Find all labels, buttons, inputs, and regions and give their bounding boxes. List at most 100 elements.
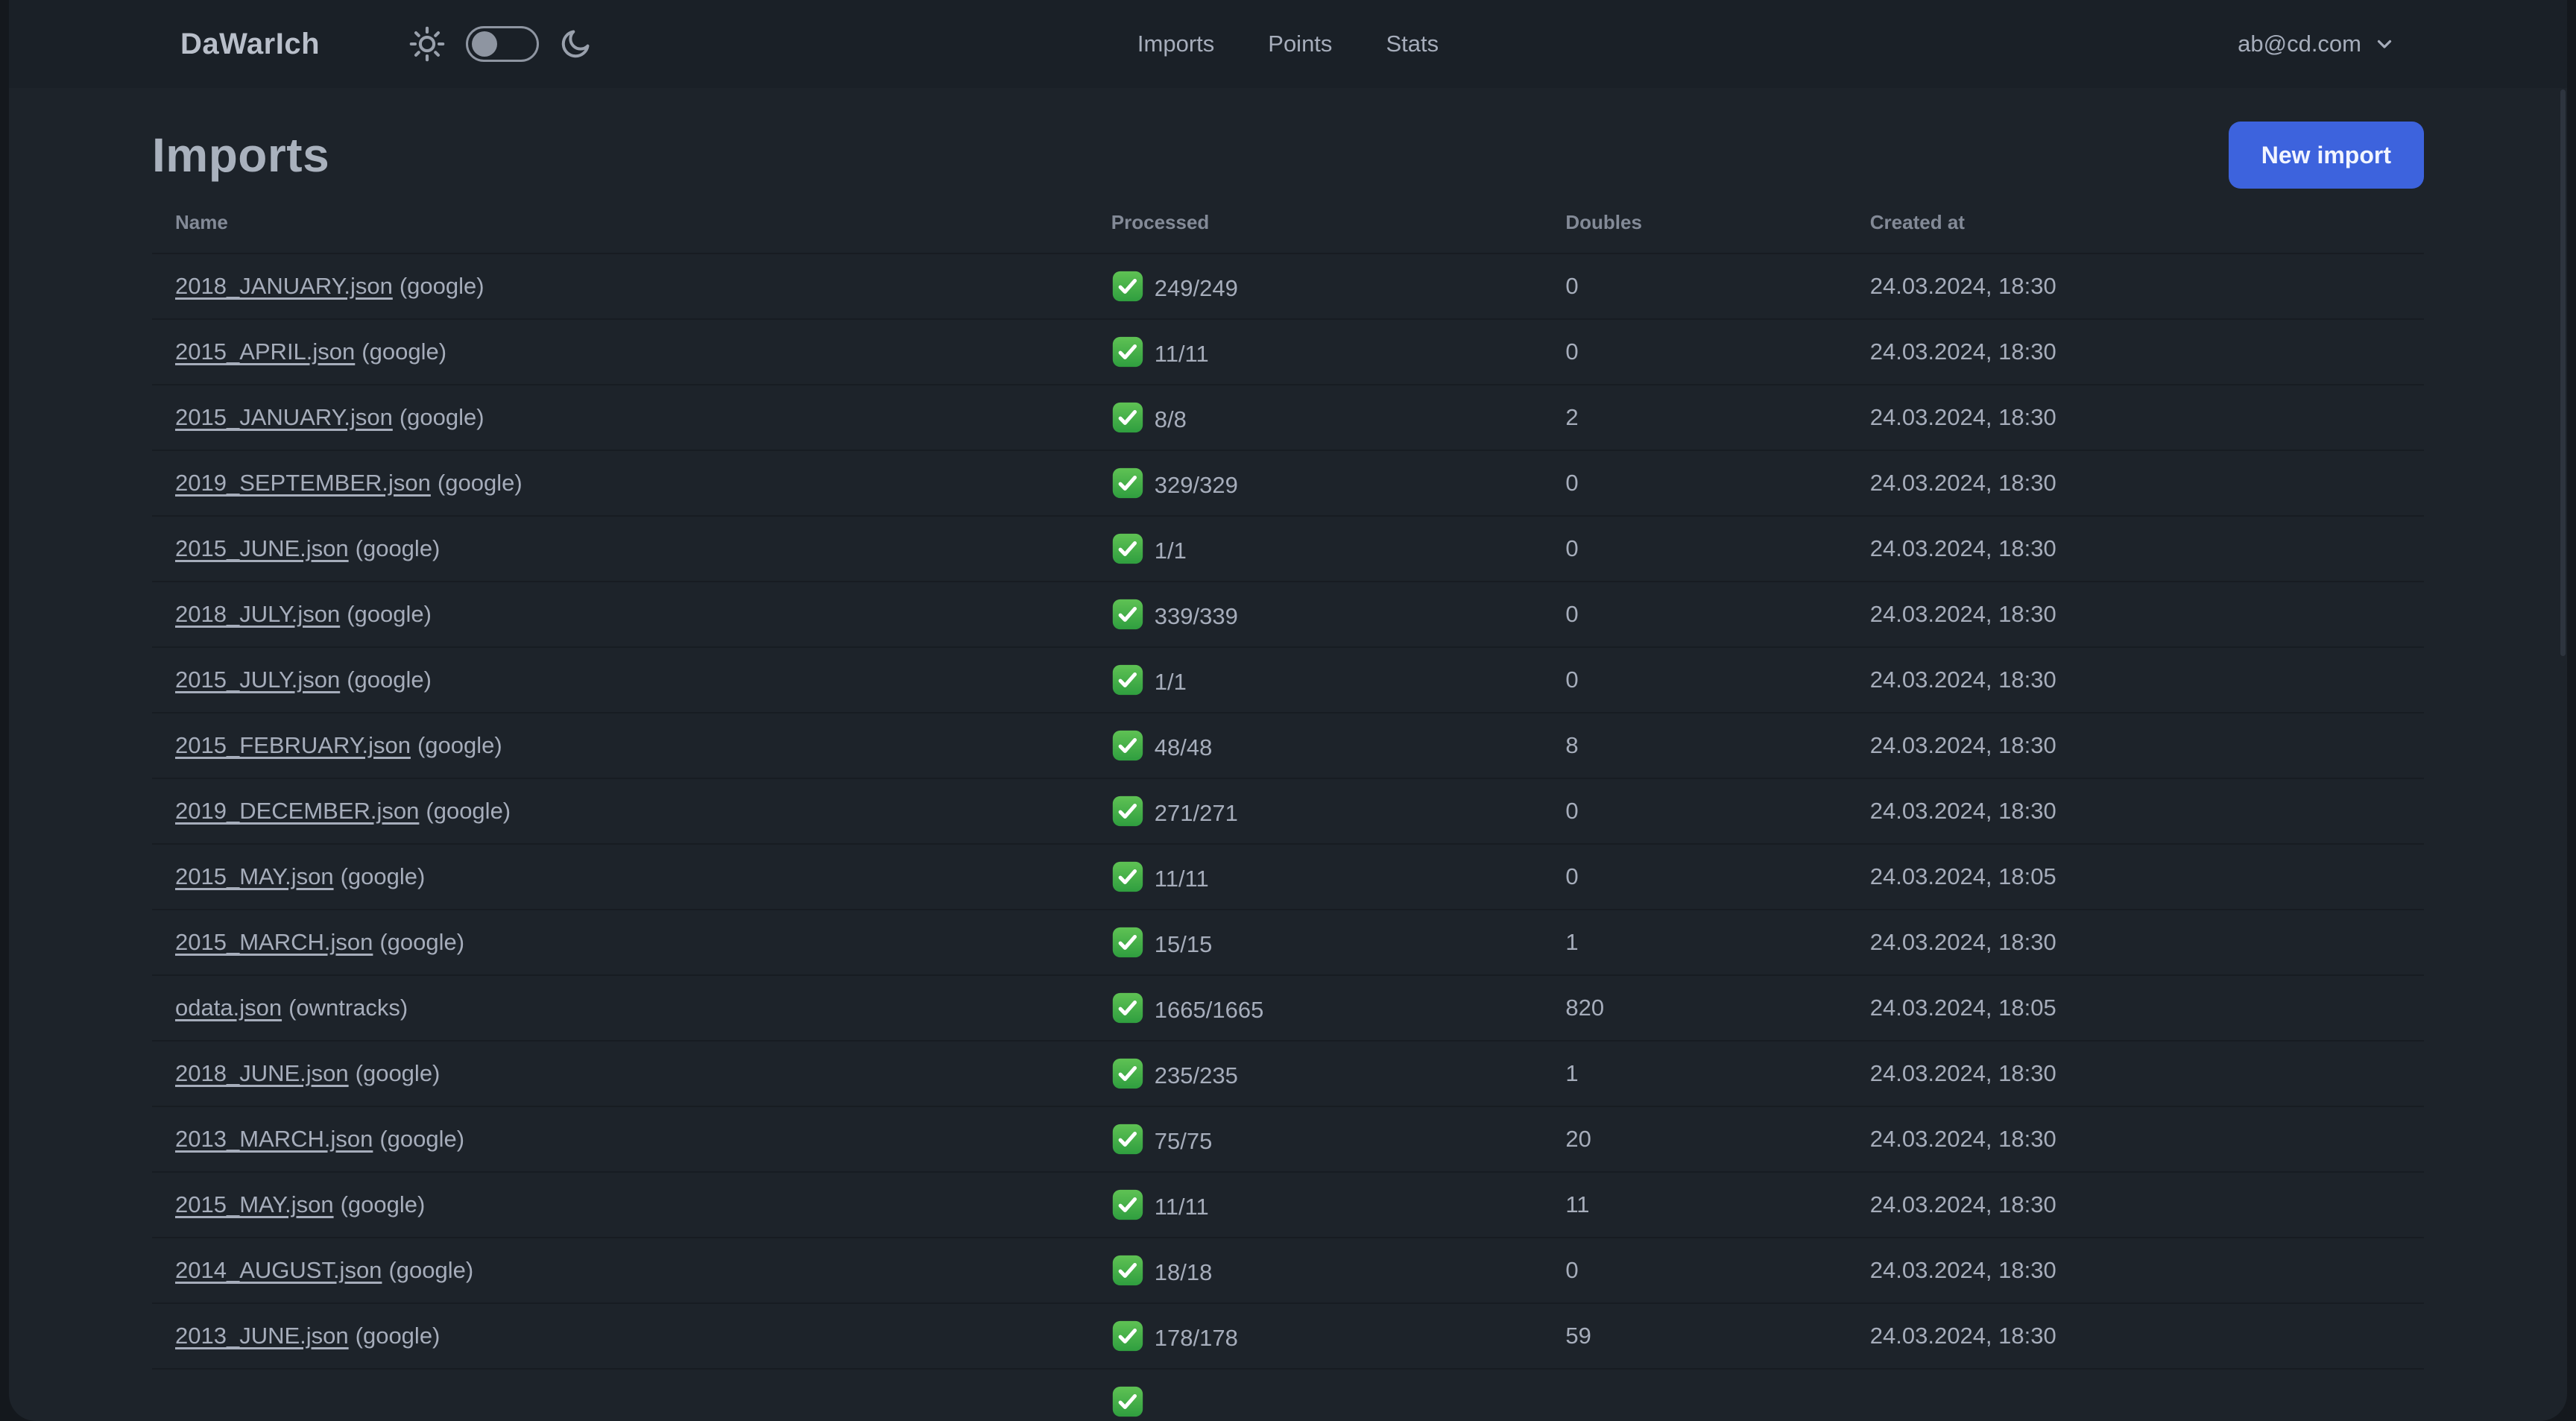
doubles-cell: 0 <box>1542 778 1847 845</box>
processed-cell: 1/1 <box>1087 516 1543 582</box>
doubles-cell: 0 <box>1542 582 1847 648</box>
user-menu[interactable]: ab@cd.com <box>2238 31 2396 57</box>
processed-count: 18/18 <box>1154 1259 1213 1285</box>
table-row: 2015_MAY.json (google) 11/11 0 24.03.2024… <box>152 844 2424 910</box>
import-source-label: (google) <box>340 863 426 889</box>
table-row: 2015_JUNE.json (google) 1/1 0 24.03.2024,… <box>152 516 2424 582</box>
processed-cell: 48/48 <box>1087 713 1543 779</box>
import-file-link[interactable]: 2018_JULY.json <box>175 601 340 627</box>
import-file-link[interactable]: 2018_JANUARY.json <box>175 273 393 299</box>
import-file-link[interactable]: 2013_MARCH.json <box>175 1126 373 1152</box>
success-check-icon <box>1111 598 1144 631</box>
table-row: 2015_FEBRUARY.json (google) 48/48 8 24.03… <box>152 713 2424 779</box>
user-email: ab@cd.com <box>2238 31 2361 57</box>
import-name-cell: 2018_JANUARY.json (google) <box>152 253 1088 320</box>
success-check-icon <box>1111 795 1144 828</box>
import-file-link[interactable]: 2015_JUNE.json <box>175 535 349 561</box>
column-header-processed: Processed <box>1087 192 1543 254</box>
table-row: 2018_JULY.json (google) 339/339 0 24.03.2… <box>152 582 2424 648</box>
created-at-cell: 24.03.2024, 18:30 <box>1846 647 2424 713</box>
processed-count: 11/11 <box>1154 866 1209 892</box>
import-name-cell: 2015_JANUARY.json (google) <box>152 385 1088 451</box>
doubles-cell: 1 <box>1542 910 1847 976</box>
navbar: DaWarIch Imports Points Stats ab@cd.com <box>9 0 2567 88</box>
processed-cell: 339/339 <box>1087 582 1543 648</box>
import-file-link[interactable]: 2015_FEBRUARY.json <box>175 732 411 758</box>
processed-cell: 15/15 <box>1087 910 1543 976</box>
import-name-cell: odata.json (owntracks) <box>152 975 1088 1042</box>
import-file-link[interactable]: 2015_APRIL.json <box>175 338 355 365</box>
import-source-label: (google) <box>399 404 484 430</box>
import-name-cell: 2015_APRIL.json (google) <box>152 319 1088 385</box>
processed-cell: 11/11 <box>1087 844 1543 910</box>
table-row: 2014_AUGUST.json (google) 18/18 0 24.03.2… <box>152 1238 2424 1304</box>
table-row: 2015_MAY.json (google) 11/11 11 24.03.202… <box>152 1172 2424 1238</box>
processed-count: 1/1 <box>1154 669 1187 695</box>
doubles-cell: 0 <box>1542 844 1847 910</box>
created-at-cell: 24.03.2024, 18:05 <box>1846 975 2424 1042</box>
table-row: 2018_JUNE.json (google) 235/235 1 24.03.2… <box>152 1041 2424 1107</box>
chevron-down-icon <box>2373 33 2396 55</box>
app-logo[interactable]: DaWarIch <box>180 28 320 61</box>
success-check-icon <box>1111 926 1144 959</box>
processed-count: 235/235 <box>1154 1062 1238 1088</box>
table-row-partial <box>152 1369 2424 1421</box>
page-header: Imports New import <box>152 121 2424 189</box>
import-file-link[interactable]: 2013_JUNE.json <box>175 1323 349 1349</box>
import-name-cell: 2015_MARCH.json (google) <box>152 910 1088 976</box>
import-file-link[interactable]: 2019_DECEMBER.json <box>175 798 419 824</box>
processed-count: 75/75 <box>1154 1128 1213 1154</box>
created-at-cell: 24.03.2024, 18:30 <box>1846 582 2424 648</box>
import-file-link[interactable]: 2015_MAY.json <box>175 1191 334 1217</box>
import-name-cell: 2018_JUNE.json (google) <box>152 1041 1088 1107</box>
table-row: 2019_SEPTEMBER.json (google) 329/329 0 24… <box>152 450 2424 517</box>
processed-cell: 11/11 <box>1087 319 1543 385</box>
new-import-button[interactable]: New import <box>2228 122 2424 189</box>
success-check-icon <box>1111 270 1144 303</box>
imports-table-body: 2018_JANUARY.json (google) 249/249 0 24.0… <box>152 253 2424 1421</box>
import-source-label: (google) <box>437 470 523 496</box>
column-header-doubles: Doubles <box>1542 192 1847 254</box>
created-at-cell: 24.03.2024, 18:30 <box>1846 1106 2424 1173</box>
import-file-link[interactable]: 2019_SEPTEMBER.json <box>175 470 431 496</box>
import-file-link[interactable]: 2014_AUGUST.json <box>175 1257 382 1283</box>
import-file-link[interactable]: 2015_MAY.json <box>175 863 334 889</box>
import-source-label: (google) <box>340 1191 426 1217</box>
doubles-cell: 0 <box>1542 253 1847 320</box>
processed-count: 339/339 <box>1154 603 1238 629</box>
scrollbar-thumb[interactable] <box>2560 89 2566 656</box>
import-file-link[interactable]: 2018_JUNE.json <box>175 1060 349 1086</box>
import-file-link[interactable]: 2015_MARCH.json <box>175 929 373 955</box>
processed-cell <box>1087 1369 1543 1421</box>
processed-count: 11/11 <box>1154 1194 1209 1220</box>
success-check-icon <box>1111 664 1144 696</box>
sun-icon <box>408 25 446 63</box>
import-name-cell: 2015_MAY.json (google) <box>152 844 1088 910</box>
doubles-cell: 8 <box>1542 713 1847 779</box>
theme-toggle-switch[interactable] <box>466 26 540 62</box>
main-content: Imports New import Name Processed Double… <box>9 121 2567 1421</box>
processed-cell: 11/11 <box>1087 1172 1543 1238</box>
nav-link-points[interactable]: Points <box>1268 31 1332 57</box>
nav-link-stats[interactable]: Stats <box>1386 31 1439 57</box>
success-check-icon <box>1111 532 1144 565</box>
success-check-icon <box>1111 401 1144 434</box>
import-file-link[interactable]: 2015_JULY.json <box>175 667 340 693</box>
import-source-label: (google) <box>347 667 432 693</box>
created-at-cell: 24.03.2024, 18:30 <box>1846 1238 2424 1304</box>
created-at-cell: 24.03.2024, 18:30 <box>1846 1041 2424 1107</box>
processed-count: 329/329 <box>1154 472 1238 498</box>
table-row: 2013_JUNE.json (google) 178/178 59 24.03.… <box>152 1303 2424 1370</box>
success-check-icon <box>1111 1385 1144 1418</box>
nav-link-imports[interactable]: Imports <box>1137 31 1214 57</box>
processed-count: 1665/1665 <box>1154 997 1264 1023</box>
success-check-icon <box>1111 992 1144 1024</box>
import-source-label: (google) <box>362 338 447 365</box>
import-file-link[interactable]: odata.json <box>175 995 282 1021</box>
success-check-icon <box>1111 1057 1144 1090</box>
import-file-link[interactable]: 2015_JANUARY.json <box>175 404 393 430</box>
created-at-cell: 24.03.2024, 18:30 <box>1846 253 2424 320</box>
processed-cell: 178/178 <box>1087 1303 1543 1370</box>
doubles-cell: 20 <box>1542 1106 1847 1173</box>
import-source-label: (google) <box>388 1257 474 1283</box>
